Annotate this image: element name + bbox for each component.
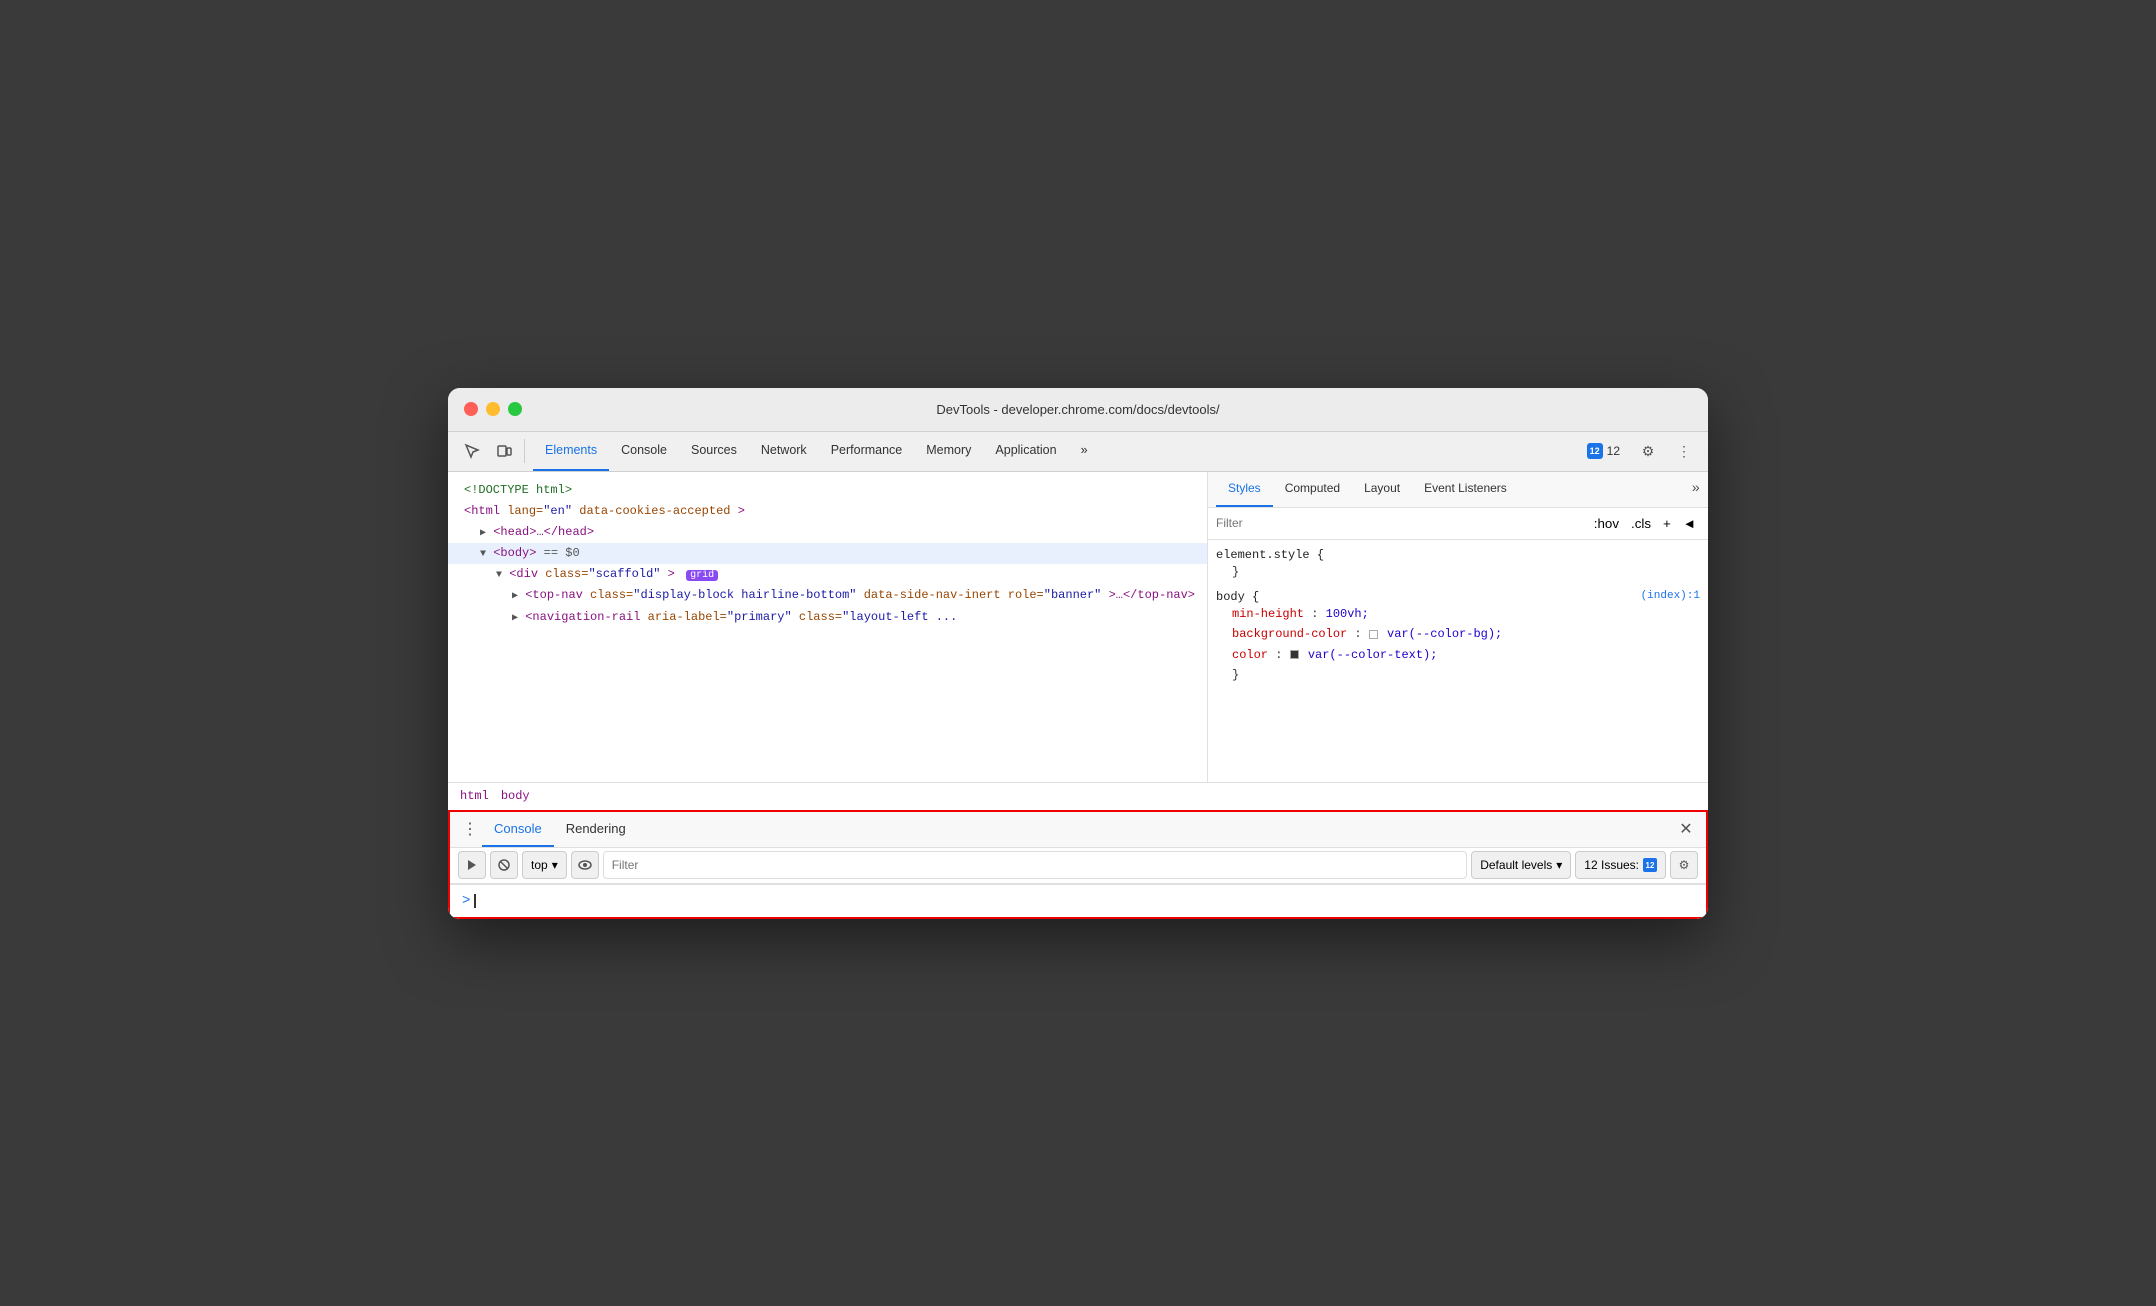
- tab-computed[interactable]: Computed: [1273, 471, 1352, 507]
- cls-button[interactable]: .cls: [1627, 514, 1655, 533]
- console-menu-icon[interactable]: ⋮: [458, 817, 482, 841]
- tab-memory[interactable]: Memory: [914, 431, 983, 471]
- bg-color-swatch[interactable]: [1369, 630, 1378, 639]
- dom-line-html[interactable]: <html lang="en" data-cookies-accepted >: [448, 501, 1207, 522]
- dom-line-topnav[interactable]: ▶ <top-nav class="display-block hairline…: [448, 585, 1207, 606]
- console-cursor: [474, 894, 476, 908]
- tab-application[interactable]: Application: [983, 431, 1068, 471]
- styles-filter-buttons: :hov .cls + ◄: [1590, 514, 1700, 533]
- styles-filter-input[interactable]: [1216, 516, 1582, 530]
- toolbar-separator: [524, 439, 525, 463]
- styles-filter-bar: :hov .cls + ◄: [1208, 508, 1708, 540]
- console-tabs: Console Rendering: [482, 812, 638, 847]
- settings-icon[interactable]: ⚙: [1632, 435, 1664, 467]
- dom-line-body[interactable]: ▼ <body> == $0: [448, 543, 1207, 564]
- window-title: DevTools - developer.chrome.com/docs/dev…: [936, 402, 1219, 417]
- console-toolbar: top ▾ Default levels ▾ 12 Issues:: [450, 848, 1706, 884]
- bg-color-prop[interactable]: background-color : var(--color-bg);: [1216, 624, 1700, 644]
- devtools-window: DevTools - developer.chrome.com/docs/dev…: [448, 388, 1708, 919]
- breadcrumb-html[interactable]: html: [456, 787, 493, 805]
- issues-badge-btn[interactable]: 12 12: [1579, 439, 1628, 463]
- devtools-container: Elements Console Sources Network Perform…: [448, 432, 1708, 919]
- elements-panel: <!DOCTYPE html> <html lang="en" data-coo…: [448, 472, 1208, 782]
- console-section: ⋮ Console Rendering ✕: [448, 810, 1708, 919]
- element-style-closing: }: [1216, 562, 1700, 582]
- body-closing: }: [1216, 665, 1700, 685]
- execute-context-button[interactable]: [458, 851, 486, 879]
- console-body[interactable]: >: [450, 884, 1706, 917]
- eye-button[interactable]: [571, 851, 599, 879]
- tab-performance[interactable]: Performance: [819, 431, 915, 471]
- tab-console-drawer[interactable]: Console: [482, 811, 554, 847]
- console-header: ⋮ Console Rendering ✕: [450, 812, 1706, 848]
- tab-console[interactable]: Console: [609, 431, 679, 471]
- tab-layout[interactable]: Layout: [1352, 471, 1412, 507]
- console-filter-input[interactable]: [603, 851, 1468, 879]
- titlebar: DevTools - developer.chrome.com/docs/dev…: [448, 388, 1708, 432]
- body-style-rule: body { (index):1 min-height : 100vh; bac…: [1216, 590, 1700, 686]
- tab-event-listeners[interactable]: Event Listeners: [1412, 471, 1519, 507]
- main-tabs: Elements Console Sources Network Perform…: [533, 432, 1100, 471]
- element-style-selector[interactable]: element.style {: [1216, 548, 1700, 562]
- element-style-rule: element.style { }: [1216, 548, 1700, 582]
- hov-button[interactable]: :hov: [1590, 514, 1623, 533]
- styles-tabs-more[interactable]: »: [1692, 481, 1700, 497]
- style-arrow-button[interactable]: ◄: [1679, 514, 1700, 533]
- default-levels-button[interactable]: Default levels ▾: [1471, 851, 1571, 879]
- dom-line-doctype[interactable]: <!DOCTYPE html>: [448, 480, 1207, 501]
- console-chevron-icon: >: [462, 893, 470, 909]
- tab-network[interactable]: Network: [749, 431, 819, 471]
- inspect-element-icon[interactable]: [456, 435, 488, 467]
- color-swatch[interactable]: [1290, 650, 1299, 659]
- dom-line-head[interactable]: ▶ <head>…</head>: [448, 522, 1207, 543]
- breadcrumb-bar: html body: [448, 782, 1708, 810]
- styles-tabs: Styles Computed Layout Event Listeners »: [1208, 472, 1708, 508]
- device-toolbar-icon[interactable]: [488, 435, 520, 467]
- minimize-button[interactable]: [486, 402, 500, 416]
- issues-count-button[interactable]: 12 Issues: 12: [1575, 851, 1666, 879]
- main-toolbar: Elements Console Sources Network Perform…: [448, 432, 1708, 472]
- context-selector[interactable]: top ▾: [522, 851, 567, 879]
- clear-console-button[interactable]: [490, 851, 518, 879]
- color-prop[interactable]: color : var(--color-text);: [1216, 645, 1700, 665]
- console-close-button[interactable]: ✕: [1674, 817, 1698, 841]
- console-settings-button[interactable]: ⚙: [1670, 851, 1698, 879]
- add-style-button[interactable]: +: [1659, 514, 1675, 533]
- tab-rendering[interactable]: Rendering: [554, 811, 638, 847]
- styles-content: element.style { } body { (index):1: [1208, 540, 1708, 782]
- dom-line-navrail[interactable]: ▶ <navigation-rail aria-label="primary" …: [448, 607, 1207, 628]
- tab-sources[interactable]: Sources: [679, 431, 749, 471]
- min-height-prop[interactable]: min-height : 100vh;: [1216, 604, 1700, 624]
- styles-panel: Styles Computed Layout Event Listeners »: [1208, 472, 1708, 782]
- console-prompt: >: [462, 893, 1694, 909]
- tab-styles[interactable]: Styles: [1216, 471, 1273, 507]
- body-selector-line[interactable]: body { (index):1: [1216, 590, 1700, 604]
- maximize-button[interactable]: [508, 402, 522, 416]
- tab-more[interactable]: »: [1069, 431, 1100, 471]
- more-options-icon[interactable]: ⋮: [1668, 435, 1700, 467]
- toolbar-right: 12 12 ⚙ ⋮: [1579, 435, 1700, 467]
- dom-line-div-scaffold[interactable]: ▼ <div class="scaffold" > grid: [448, 564, 1207, 585]
- main-content: <!DOCTYPE html> <html lang="en" data-coo…: [448, 472, 1708, 782]
- issues-icon: 12: [1587, 443, 1603, 459]
- traffic-lights: [464, 402, 522, 416]
- tab-elements[interactable]: Elements: [533, 431, 609, 471]
- close-button[interactable]: [464, 402, 478, 416]
- breadcrumb-body[interactable]: body: [497, 787, 534, 805]
- issues-count-icon: 12: [1643, 858, 1657, 872]
